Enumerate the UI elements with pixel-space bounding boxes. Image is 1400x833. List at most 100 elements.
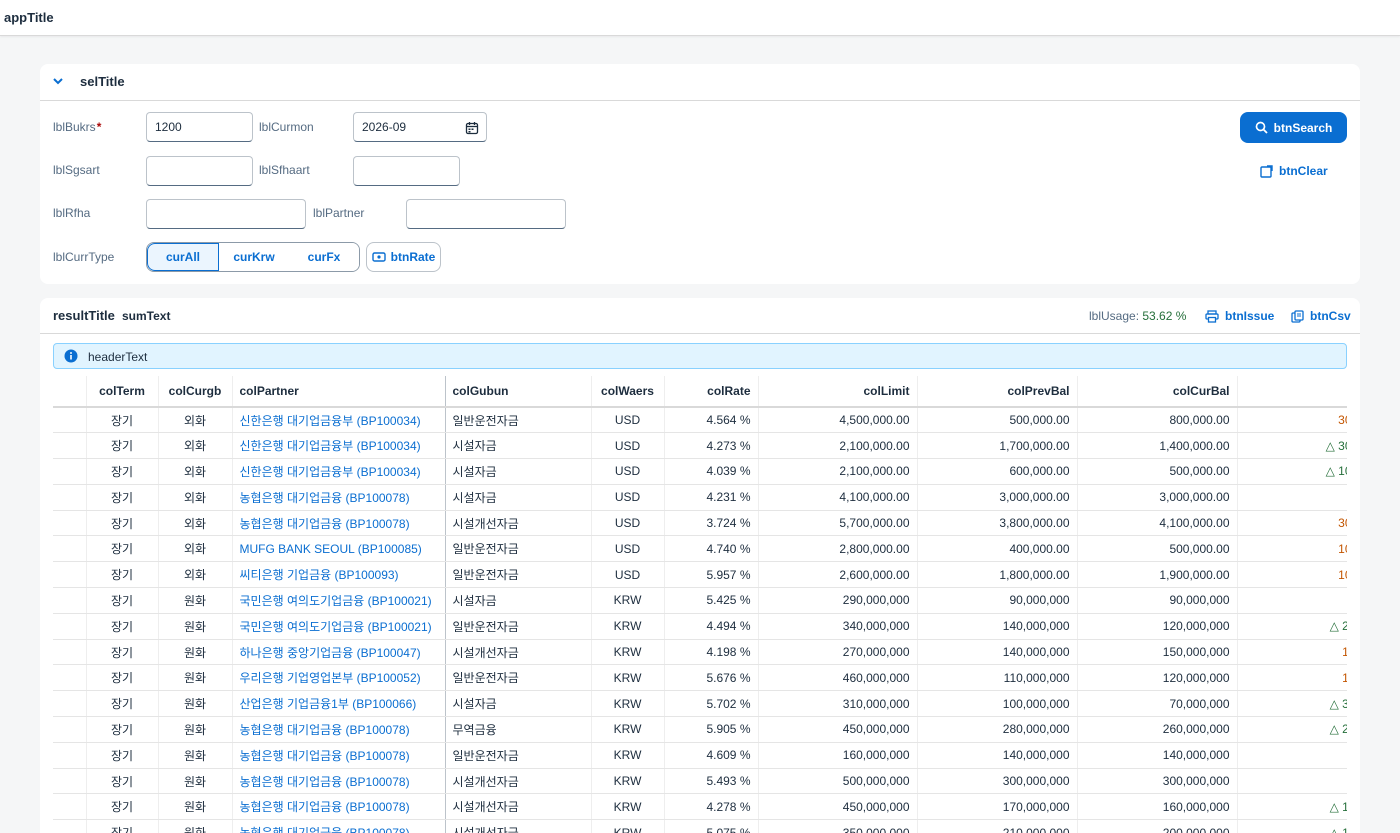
table-row[interactable]: 장기 외화 신한은행 대기업금융부 (BP100034) 일반운전자금 USD 4.564… [53, 407, 1347, 434]
col-gubun-header[interactable]: colGubun [445, 376, 592, 408]
row-selector[interactable] [53, 793, 87, 821]
row-selector[interactable] [53, 639, 87, 666]
row-selector-header[interactable] [53, 376, 87, 408]
row-selector[interactable] [53, 819, 87, 833]
usage-value: 53.62 % [1142, 309, 1187, 323]
issue-button[interactable]: btnIssue [1205, 307, 1274, 325]
cell-partner[interactable]: 농협은행 대기업금융 (BP100078) [232, 484, 446, 511]
chevron-down-icon[interactable] [51, 74, 65, 88]
cell-partner[interactable]: 신한은행 대기업금융부 (BP100034) [232, 432, 446, 460]
cell-term: 장기 [86, 587, 159, 614]
row-selector[interactable] [53, 510, 87, 537]
table-row[interactable]: 장기 외화 신한은행 대기업금융부 (BP100034) 시설자금 USD 4.273 %… [53, 432, 1347, 460]
cell-curbal: 1,900,000.00 [1077, 561, 1238, 589]
col-term-header[interactable]: colTerm [86, 376, 159, 408]
cell-limit: 270,000,000 [758, 639, 918, 666]
table-row[interactable]: 장기 원화 농협은행 대기업금융 (BP100078) 무역금융 KRW 5.905 % 4… [53, 716, 1347, 743]
cell-partner[interactable]: 씨티은행 기업금융 (BP100093) [232, 561, 446, 589]
rfha-input[interactable] [146, 199, 306, 229]
cell-partner[interactable]: 농협은행 대기업금융 (BP100078) [232, 819, 446, 833]
col-waers-header[interactable]: colWaers [591, 376, 665, 408]
cell-partner[interactable]: 국민은행 여의도기업금융 (BP100021) [232, 613, 446, 640]
cell-partner[interactable]: 농협은행 대기업금융 (BP100078) [232, 768, 446, 795]
row-selector[interactable] [53, 690, 87, 718]
row-selector[interactable] [53, 458, 87, 485]
row-selector[interactable] [53, 613, 87, 640]
cell-change [1237, 768, 1347, 795]
cell-partner[interactable]: 국민은행 여의도기업금융 (BP100021) [232, 587, 446, 614]
cell-prevbal: 3,000,000.00 [917, 484, 1078, 511]
table-row[interactable]: 장기 원화 농협은행 대기업금융 (BP100078) 시설개선자금 KRW 4.278 … [53, 793, 1347, 821]
cell-curbal: 200,000,000 [1077, 819, 1238, 833]
selection-header[interactable]: selTitle [40, 64, 1360, 101]
search-button[interactable]: btnSearch [1240, 112, 1347, 143]
cell-partner[interactable]: MUFG BANK SEOUL (BP100085) [232, 535, 446, 563]
row-selector[interactable] [53, 535, 87, 563]
cell-rate: 4.273 % [664, 432, 759, 460]
cell-change: △ 30( [1237, 432, 1347, 460]
cell-partner[interactable]: 산업은행 기업금융1부 (BP100066) [232, 690, 446, 718]
row-selector[interactable] [53, 432, 87, 460]
row-selector[interactable] [53, 407, 87, 434]
cell-gubun: 시설자금 [445, 587, 592, 614]
clear-button[interactable]: btnClear [1260, 161, 1328, 181]
calendar-icon[interactable] [465, 121, 479, 135]
cell-prevbal: 500,000.00 [917, 407, 1078, 434]
bukrs-input[interactable] [146, 112, 253, 142]
row-selector[interactable] [53, 768, 87, 795]
row-selector[interactable] [53, 484, 87, 511]
col-prevbal-header[interactable]: colPrevBal [917, 376, 1078, 408]
col-rate-header[interactable]: colRate [664, 376, 759, 408]
col-change-header[interactable] [1237, 376, 1347, 408]
table-row[interactable]: 장기 원화 우리은행 기업영업본부 (BP100052) 일반운전자금 KRW 5.676… [53, 664, 1347, 692]
row-selector[interactable] [53, 742, 87, 769]
cell-curbal: 120,000,000 [1077, 613, 1238, 640]
cell-curbal: 70,000,000 [1077, 690, 1238, 718]
rate-button[interactable]: btnRate [366, 242, 441, 272]
segment-fx[interactable]: curFx [289, 243, 359, 271]
cell-waers: KRW [591, 639, 665, 666]
csv-button[interactable]: btnCsv [1291, 307, 1351, 325]
table-row[interactable]: 장기 외화 농협은행 대기업금융 (BP100078) 시설자금 USD 4.231 % 4… [53, 484, 1347, 511]
row-selector[interactable] [53, 561, 87, 589]
cell-prevbal: 3,800,000.00 [917, 510, 1078, 537]
cell-partner[interactable]: 농협은행 대기업금융 (BP100078) [232, 793, 446, 821]
table-row[interactable]: 장기 원화 농협은행 대기업금융 (BP100078) 시설개선자금 KRW 5.493 … [53, 768, 1347, 795]
cell-partner[interactable]: 농협은행 대기업금융 (BP100078) [232, 742, 446, 769]
table-row[interactable]: 장기 외화 씨티은행 기업금융 (BP100093) 일반운전자금 USD 5.957 %… [53, 561, 1347, 589]
cell-gubun: 시설개선자금 [445, 639, 592, 666]
segment-all[interactable]: curAll [147, 243, 219, 271]
table-row[interactable]: 장기 외화 신한은행 대기업금융부 (BP100034) 시설자금 USD 4.039 %… [53, 458, 1347, 485]
cell-partner[interactable]: 하나은행 중앙기업금융 (BP100047) [232, 639, 446, 666]
table-row[interactable]: 장기 외화 MUFG BANK SEOUL (BP100085) 일반운전자금 USD 4… [53, 535, 1347, 563]
currency-type-segmented: curAll curKrw curFx [146, 242, 360, 272]
cell-partner[interactable]: 신한은행 대기업금융부 (BP100034) [232, 458, 446, 485]
col-partner-header[interactable]: colPartner [232, 376, 446, 408]
sfhaart-input[interactable] [353, 156, 460, 186]
curmon-label: lblCurmon [259, 120, 314, 134]
row-selector[interactable] [53, 716, 87, 743]
row-selector[interactable] [53, 664, 87, 692]
cell-limit: 460,000,000 [758, 664, 918, 692]
segment-krw[interactable]: curKrw [219, 243, 289, 271]
table-row[interactable]: 장기원화농협은행 대기업금융 (BP100078)시설개선자금KRW5.075 … [53, 819, 1347, 833]
cell-partner[interactable]: 농협은행 대기업금융 (BP100078) [232, 716, 446, 743]
col-curbal-header[interactable]: colCurBal [1077, 376, 1238, 408]
table-row[interactable]: 장기 원화 농협은행 대기업금융 (BP100078) 일반운전자금 KRW 4.609 … [53, 742, 1347, 769]
table-row[interactable]: 장기 원화 국민은행 여의도기업금융 (BP100021) 일반운전자금 KRW 4.49… [53, 613, 1347, 640]
col-curgb-header[interactable]: colCurgb [158, 376, 233, 408]
row-selector[interactable] [53, 587, 87, 614]
table-row[interactable]: 장기 외화 농협은행 대기업금융 (BP100078) 시설개선자금 USD 3.724 … [53, 510, 1347, 537]
sgsart-input[interactable] [146, 156, 253, 186]
cell-change: △ 20 [1237, 716, 1347, 743]
partner-input[interactable] [406, 199, 566, 229]
cell-partner[interactable]: 농협은행 대기업금융 (BP100078) [232, 510, 446, 537]
table-row[interactable]: 장기 원화 산업은행 기업금융1부 (BP100066) 시설자금 KRW 5.702 %… [53, 690, 1347, 718]
cell-partner[interactable]: 신한은행 대기업금융부 (BP100034) [232, 407, 446, 434]
table-row[interactable]: 장기 원화 국민은행 여의도기업금융 (BP100021) 시설자금 KRW 5.425 … [53, 587, 1347, 614]
cell-rate: 4.278 % [664, 793, 759, 821]
cell-partner[interactable]: 우리은행 기업영업본부 (BP100052) [232, 664, 446, 692]
result-toolbar: resultTitle sumText lblUsage: 53.62 % bt… [40, 298, 1360, 334]
table-row[interactable]: 장기 원화 하나은행 중앙기업금융 (BP100047) 시설개선자금 KRW 4.198… [53, 639, 1347, 666]
col-limit-header[interactable]: colLimit [758, 376, 918, 408]
